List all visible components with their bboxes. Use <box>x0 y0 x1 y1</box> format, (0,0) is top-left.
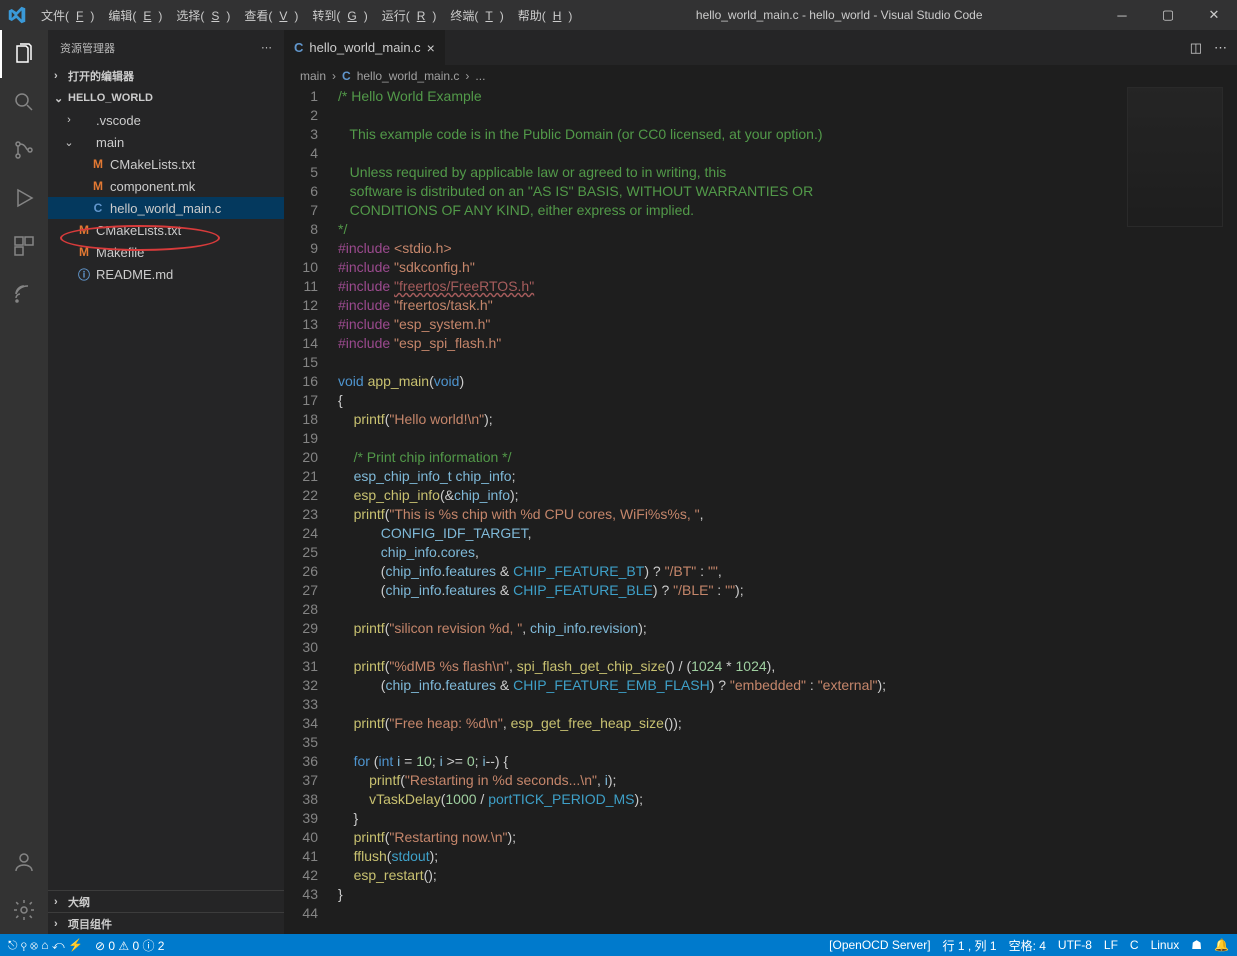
menu-item[interactable]: 编辑(E) <box>101 7 169 24</box>
file-icon: ⓘ <box>76 266 92 283</box>
close-button[interactable]: ✕ <box>1191 0 1237 30</box>
status-language[interactable]: C <box>1130 938 1139 952</box>
run-debug-icon[interactable] <box>0 174 48 222</box>
settings-gear-icon[interactable] <box>0 886 48 934</box>
file-icon: M <box>90 179 106 193</box>
c-file-icon: C <box>294 40 303 55</box>
file-icon: C <box>90 201 106 215</box>
file-label: CMakeLists.txt <box>96 223 181 238</box>
section-outline[interactable]: ›大纲 <box>48 890 284 912</box>
status-eol[interactable]: LF <box>1104 938 1118 952</box>
split-editor-icon[interactable]: ◫ <box>1190 40 1202 56</box>
source-control-icon[interactable] <box>0 126 48 174</box>
sidebar-more-icon[interactable]: ⋯ <box>261 41 272 54</box>
menu-item[interactable]: 帮助(H) <box>511 7 580 24</box>
search-icon[interactable] <box>0 78 48 126</box>
editor-area: C hello_world_main.c × ◫ ⋯ main› C hello… <box>284 30 1237 934</box>
file-label: README.md <box>96 267 173 282</box>
tab-close-icon[interactable]: × <box>427 40 435 56</box>
sidebar: 资源管理器 ⋯ ›打开的编辑器 ⌄HELLO_WORLD ›.vscode⌄ma… <box>48 30 284 934</box>
title-bar: 文件(F)编辑(E)选择(S)查看(V)转到(G)运行(R)终端(T)帮助(H)… <box>0 0 1237 30</box>
espressif-icon[interactable] <box>0 270 48 318</box>
accounts-icon[interactable] <box>0 838 48 886</box>
file-icon: M <box>90 157 106 171</box>
sidebar-header: 资源管理器 ⋯ <box>48 30 284 65</box>
file-icon: M <box>76 245 92 259</box>
app-logo <box>0 6 34 24</box>
tab-label: hello_world_main.c <box>309 40 420 55</box>
minimap[interactable] <box>1127 87 1223 227</box>
code-editor[interactable]: 1234567891011121314151617181920212223242… <box>284 87 1237 934</box>
editor-tabs: C hello_world_main.c × ◫ ⋯ <box>284 30 1237 65</box>
activity-bar <box>0 30 48 934</box>
menu-bar: 文件(F)编辑(E)选择(S)查看(V)转到(G)运行(R)终端(T)帮助(H) <box>34 7 579 24</box>
file-tree-item[interactable]: M Makefile <box>48 241 284 263</box>
section-open-editors[interactable]: ›打开的编辑器 <box>48 65 284 87</box>
file-label: CMakeLists.txt <box>110 157 195 172</box>
maximize-button[interactable]: ▢ <box>1145 0 1191 30</box>
code-lines[interactable]: /* Hello World Example This example code… <box>338 87 1237 934</box>
menu-item[interactable]: 运行(R) <box>375 7 444 24</box>
tab-hello-world-main[interactable]: C hello_world_main.c × <box>284 30 446 65</box>
editor-more-icon[interactable]: ⋯ <box>1214 40 1227 56</box>
file-label: Makefile <box>96 245 144 260</box>
file-tree-item[interactable]: ›.vscode <box>48 109 284 131</box>
file-tree-item[interactable]: ⌄main <box>48 131 284 153</box>
status-os[interactable]: Linux <box>1151 938 1180 952</box>
status-cursor-position[interactable]: 行 1 , 列 1 <box>943 937 997 954</box>
status-notifications-icon[interactable]: 🔔 <box>1214 938 1229 952</box>
section-project[interactable]: ⌄HELLO_WORLD <box>48 87 284 109</box>
file-tree-item[interactable]: Chello_world_main.c <box>48 197 284 219</box>
menu-item[interactable]: 文件(F) <box>34 7 101 24</box>
file-label: main <box>96 135 124 150</box>
file-tree-item[interactable]: M CMakeLists.txt <box>48 153 284 175</box>
status-problems[interactable]: ⊘ 0 ⚠ 0 ⓘ 2 <box>95 937 165 954</box>
section-project-components[interactable]: ›项目组件 <box>48 912 284 934</box>
file-label: .vscode <box>96 113 141 128</box>
sidebar-title: 资源管理器 <box>60 40 115 56</box>
file-tree: ›.vscode⌄main M CMakeLists.txt Mcomponent.m… <box>48 109 284 890</box>
window-title: hello_world_main.c - hello_world - Visua… <box>579 8 1099 22</box>
file-tree-item[interactable]: M CMakeLists.txt <box>48 219 284 241</box>
breadcrumbs[interactable]: main› C hello_world_main.c› ... <box>284 65 1237 87</box>
menu-item[interactable]: 查看(V) <box>237 7 305 24</box>
file-icon: M <box>76 223 92 237</box>
menu-item[interactable]: 转到(G) <box>305 7 374 24</box>
file-tree-item[interactable]: Mcomponent.mk <box>48 175 284 197</box>
status-feedback-icon[interactable]: ☗ <box>1191 938 1202 952</box>
file-label: hello_world_main.c <box>110 201 221 216</box>
status-left-icons[interactable]: ⎋ ⚲ ⊗ ⌂ ⤺ ⚡ <box>8 938 83 953</box>
file-tree-item[interactable]: ⓘ README.md <box>48 263 284 285</box>
status-bar: ⎋ ⚲ ⊗ ⌂ ⤺ ⚡ ⊘ 0 ⚠ 0 ⓘ 2 [OpenOCD Server]… <box>0 934 1237 956</box>
extensions-icon[interactable] <box>0 222 48 270</box>
status-openocd[interactable]: [OpenOCD Server] <box>829 938 930 952</box>
minimize-button[interactable]: ─ <box>1099 0 1145 30</box>
menu-item[interactable]: 选择(S) <box>169 7 237 24</box>
status-encoding[interactable]: UTF-8 <box>1058 938 1092 952</box>
status-indentation[interactable]: 空格: 4 <box>1009 937 1046 954</box>
file-label: component.mk <box>110 179 195 194</box>
explorer-icon[interactable] <box>0 30 48 78</box>
menu-item[interactable]: 终端(T) <box>443 7 510 24</box>
line-gutter: 1234567891011121314151617181920212223242… <box>284 87 332 934</box>
c-file-icon: C <box>342 69 351 83</box>
